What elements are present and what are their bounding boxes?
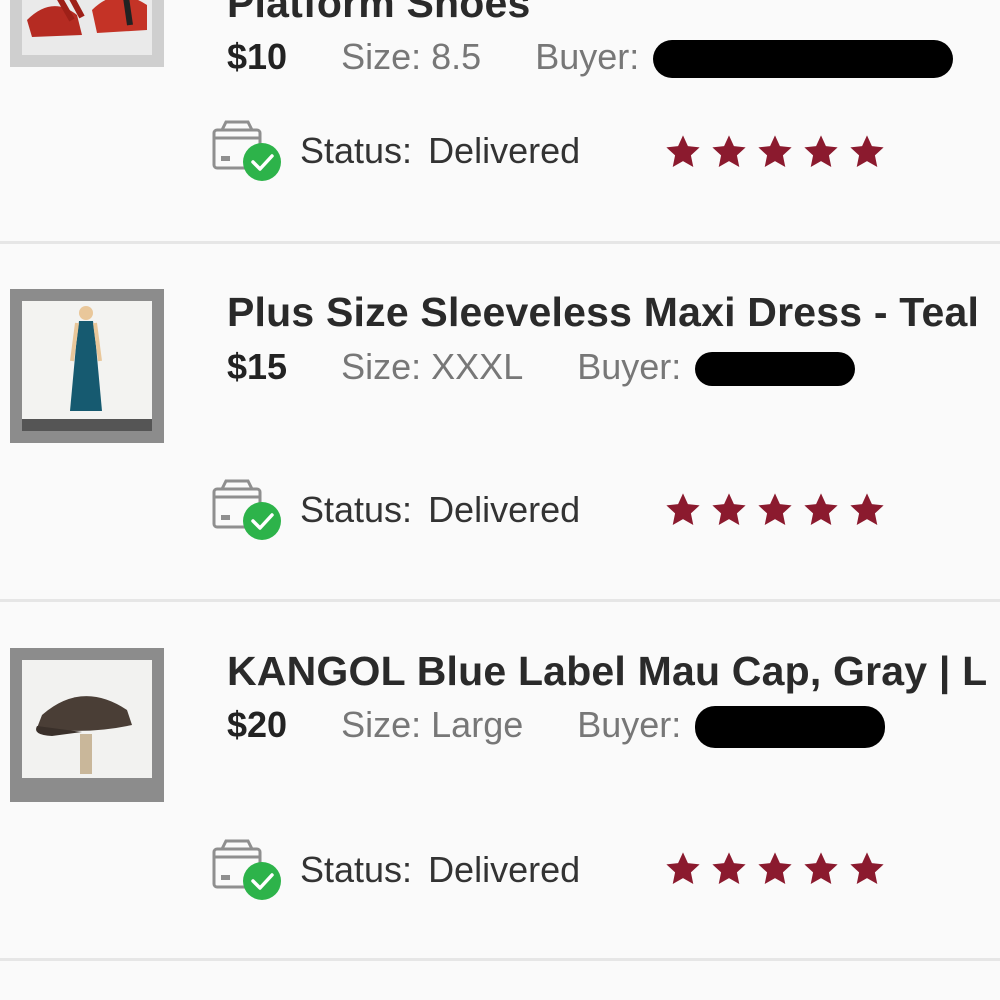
star-icon [804,852,838,885]
star-icon [850,852,884,885]
status-label: Status: [300,489,413,530]
status-value: Delivered [428,130,581,171]
size-value: XXXL [431,346,524,387]
rating-stars [664,850,894,888]
item-meta: $10 Size: 8.5 Buyer: [227,36,954,79]
size-value: 8.5 [431,36,482,77]
star-icon [666,852,700,885]
buyer-redaction [695,706,886,749]
buyer-label: Buyer: [577,704,682,745]
teal-dress-photo [22,301,152,431]
sale-row[interactable]: Platform Shoes $10 Size: 8.5 Buyer: Stat… [0,0,1000,244]
size-label: Size: [341,36,422,77]
star-icon [758,493,792,526]
size-value: Large [431,704,524,745]
package-delivered-icon [212,479,284,541]
status-value: Delivered [428,489,581,530]
buyer-redaction [695,352,856,387]
delivery-status: Status: Delivered [212,479,580,541]
status-text: Status: Delivered [300,130,580,172]
item-meta: $15 Size: XXXL Buyer: [227,346,856,388]
item-meta: $20 Size: Large Buyer: [227,704,886,749]
buyer-label: Buyer: [577,346,682,387]
star-icon [804,135,838,168]
status-label: Status: [300,130,413,171]
item-thumbnail[interactable] [10,289,164,443]
star-icon [758,135,792,168]
status-label: Status: [300,849,413,890]
package-delivered-icon [212,839,284,901]
rating-stars [664,491,894,529]
delivery-status: Status: Delivered [212,120,580,182]
rating-stars [664,133,894,171]
size-label: Size: [341,704,422,745]
star-icon [850,135,884,168]
star-icon [850,493,884,526]
star-icon [666,135,700,168]
item-title[interactable]: KANGOL Blue Label Mau Cap, Gray | L [227,648,987,695]
sale-row[interactable]: Plus Size Sleeveless Maxi Dress - Teal $… [0,244,1000,602]
status-text: Status: Delivered [300,849,580,891]
star-icon [712,852,746,885]
item-price: $20 [227,704,288,745]
item-price: $15 [227,346,288,387]
item-thumbnail[interactable] [10,648,164,802]
status-text: Status: Delivered [300,489,580,531]
status-value: Delivered [428,849,581,890]
item-thumbnail[interactable] [10,0,164,67]
star-icon [666,493,700,526]
star-icon [712,135,746,168]
buyer-redaction [653,40,954,79]
gray-cap-photo [22,660,152,790]
delivery-status: Status: Delivered [212,839,580,901]
item-price: $10 [227,36,288,77]
red-heels-photo [22,0,152,55]
package-delivered-icon [212,120,284,182]
star-icon [804,493,838,526]
buyer-label: Buyer: [535,36,640,77]
sales-list: Platform Shoes $10 Size: 8.5 Buyer: Stat… [0,0,1000,1000]
item-title[interactable]: Platform Shoes [227,0,531,27]
star-icon [758,852,792,885]
sale-row[interactable]: KANGOL Blue Label Mau Cap, Gray | L $20 … [0,603,1000,961]
item-title[interactable]: Plus Size Sleeveless Maxi Dress - Teal [227,289,979,336]
star-icon [712,493,746,526]
size-label: Size: [341,346,422,387]
